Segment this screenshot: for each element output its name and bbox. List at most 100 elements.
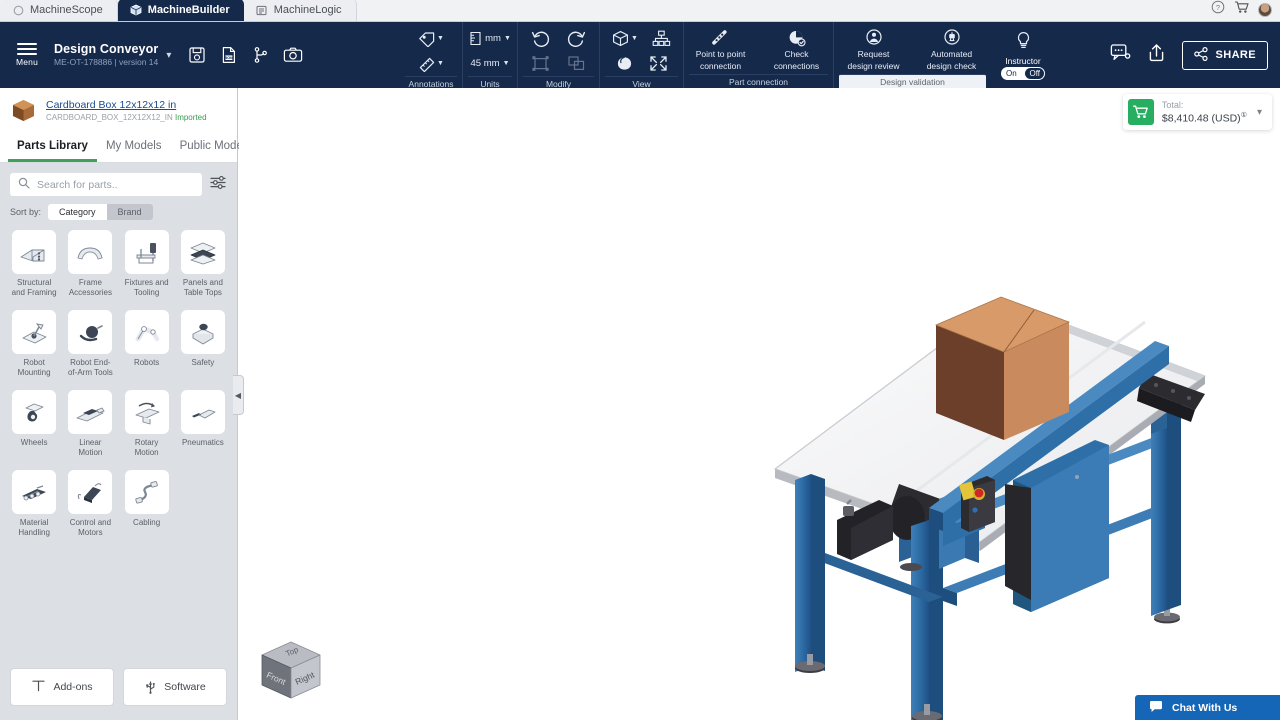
category-structural-and-framing[interactable]: Structural and Framing <box>8 230 60 310</box>
sidebar-footer: Add-ons Software <box>0 658 237 720</box>
filter-sliders-icon[interactable] <box>210 175 227 195</box>
search-box[interactable] <box>10 173 202 196</box>
grid-size-value: 45 mm <box>470 58 500 69</box>
instructor-control: Instructor On Off <box>991 22 1055 88</box>
upload-icon[interactable] <box>1147 43 1166 67</box>
category-panels-and-table-tops[interactable]: Panels and Table Tops <box>177 230 229 310</box>
category-wheels[interactable]: Wheels <box>8 390 60 470</box>
button-label-line1: Check <box>784 49 809 60</box>
category-robots[interactable]: Robots <box>121 310 173 390</box>
category-cabling[interactable]: Cabling <box>121 470 173 550</box>
category-robot-end-of-arm-tools[interactable]: Robot End-of-Arm Tools <box>64 310 116 390</box>
category-pneumatics[interactable]: Pneumatics <box>177 390 229 470</box>
view-orientation-button[interactable]: ▼ <box>608 26 641 51</box>
sort-option-category[interactable]: Category <box>48 204 107 220</box>
conveyor-assembly[interactable] <box>239 88 1280 720</box>
document-title-block: Design Conveyor ME-OT-178886 | version 1… <box>54 42 158 68</box>
app-tab-machinescope[interactable]: MachineScope <box>0 0 118 21</box>
toggle-off-option[interactable]: Off <box>1025 67 1044 79</box>
category-frame-accessories[interactable]: Frame Accessories <box>64 230 116 310</box>
part-title-link[interactable]: Cardboard Box 12x12x12 in <box>46 99 207 111</box>
add-ons-button[interactable]: Add-ons <box>10 668 114 706</box>
cart-total-amount: $8,410.48 (USD)① <box>1162 111 1247 125</box>
cart-total-widget[interactable]: Total: $8,410.48 (USD)① ▾ <box>1122 94 1272 130</box>
group-button[interactable] <box>528 51 554 76</box>
zoom-fit-button[interactable] <box>646 51 672 76</box>
chevron-down-icon[interactable]: ▾ <box>1257 107 1262 118</box>
cardboard-box[interactable] <box>934 296 1071 440</box>
tool-ribbon: ▼ ▼ Annotations mm ▼ 45 mm ▼ Units Modif… <box>400 22 1055 90</box>
usb-icon <box>144 678 157 697</box>
category-linear-motion[interactable]: Linear Motion <box>64 390 116 470</box>
chat-bubble-icon <box>1149 700 1163 716</box>
help-circle-icon[interactable]: ? <box>1211 0 1225 19</box>
category-fixtures-and-tooling[interactable]: Fixtures and Tooling <box>121 230 173 310</box>
menu-button[interactable]: Menu <box>10 43 44 67</box>
category-material-handling[interactable]: Material Handling <box>8 470 60 550</box>
save-icon[interactable] <box>187 45 207 65</box>
header-right: SHARE <box>1110 22 1268 88</box>
category-label: Panels and Table Tops <box>182 278 223 297</box>
check-connections-button[interactable]: Check connections <box>761 26 833 74</box>
sidebar-collapse-handle[interactable]: ◀ <box>233 375 244 415</box>
cart-icon <box>1127 99 1154 125</box>
svg-text:?: ? <box>1216 3 1220 12</box>
panels-icon <box>180 230 225 274</box>
automated-design-check-button[interactable]: Automated design check <box>916 26 988 74</box>
app-tab-machinelogic[interactable]: MachineLogic <box>243 0 357 21</box>
software-button[interactable]: Software <box>123 668 227 706</box>
button-label-line2: connection <box>699 61 742 71</box>
cart-icon[interactable] <box>1234 0 1249 19</box>
view-cube[interactable]: Top Front Right <box>254 636 328 710</box>
app-tab-machinebuilder[interactable]: MachineBuilder <box>117 0 244 21</box>
sort-segmented-control: Category Brand <box>48 204 153 220</box>
request-design-review-button[interactable]: Request design review <box>838 26 910 74</box>
shading-button[interactable] <box>612 51 638 76</box>
list-icon <box>256 4 268 16</box>
category-safety[interactable]: Safety <box>177 310 229 390</box>
cart-total-text: Total: $8,410.48 (USD)① <box>1162 100 1247 124</box>
branch-icon[interactable] <box>251 45 271 65</box>
status-badge: Imported <box>174 112 207 122</box>
hamburger-icon <box>17 43 37 55</box>
category-robot-mounting[interactable]: Robot Mounting <box>8 310 60 390</box>
sort-option-brand[interactable]: Brand <box>107 204 153 220</box>
category-rotary-motion[interactable]: Rotary Motion <box>121 390 173 470</box>
camera-icon[interactable] <box>283 45 303 65</box>
category-grid: Structural and Framing Frame Accessories F… <box>0 228 237 658</box>
search-input[interactable] <box>37 178 194 191</box>
user-avatar[interactable] <box>1258 2 1272 17</box>
tab-parts-library[interactable]: Parts Library <box>8 132 97 162</box>
button-label-line1: Automated <box>930 49 973 60</box>
chat-with-us-button[interactable]: Chat With Us <box>1135 695 1280 720</box>
ribbon-group-modify: Modify <box>517 22 599 89</box>
redo-button[interactable] <box>564 26 590 51</box>
viewport-canvas[interactable]: Total: $8,410.48 (USD)① ▾ Top Front Righ… <box>239 88 1280 720</box>
share-button[interactable]: SHARE <box>1182 40 1268 70</box>
toggle-on-option[interactable]: On <box>1002 68 1021 79</box>
library-tabs: Parts Library My Models Public Models <box>0 132 251 163</box>
ungroup-button[interactable] <box>564 51 590 76</box>
svg-text:BOM: BOM <box>225 55 234 60</box>
comment-icon[interactable] <box>1110 43 1131 67</box>
undo-button[interactable] <box>528 26 554 51</box>
cart-amount-value: $8,410.48 (USD) <box>1161 112 1241 125</box>
chevron-down-icon[interactable]: ▾ <box>166 50 171 61</box>
instructor-toggle[interactable]: On Off <box>1001 66 1045 80</box>
chevron-down-icon: ▼ <box>503 35 511 42</box>
assembly-tree-button[interactable] <box>649 26 675 51</box>
safety-icon <box>180 310 225 354</box>
point-to-point-connection-button[interactable]: Point to point connection <box>685 26 757 74</box>
page-title: Design Conveyor <box>54 41 159 56</box>
bom-icon[interactable]: BOM <box>219 45 239 65</box>
annotation-tag-tool[interactable]: ▼ <box>415 26 447 51</box>
measure-tool[interactable]: ▼ <box>415 51 447 76</box>
tab-my-models[interactable]: My Models <box>97 132 171 162</box>
unit-system-value: mm <box>485 33 501 44</box>
category-control-and-motors[interactable]: Control and Motors <box>64 470 116 550</box>
frame-accessory-icon <box>68 230 113 274</box>
category-label: Safety <box>191 358 215 367</box>
app-tab-bar: MachineScope MachineBuilder MachineLogic… <box>0 0 1280 22</box>
grid-size-select[interactable]: 45 mm ▼ <box>468 51 513 76</box>
unit-system-select[interactable]: mm ▼ <box>466 26 514 51</box>
